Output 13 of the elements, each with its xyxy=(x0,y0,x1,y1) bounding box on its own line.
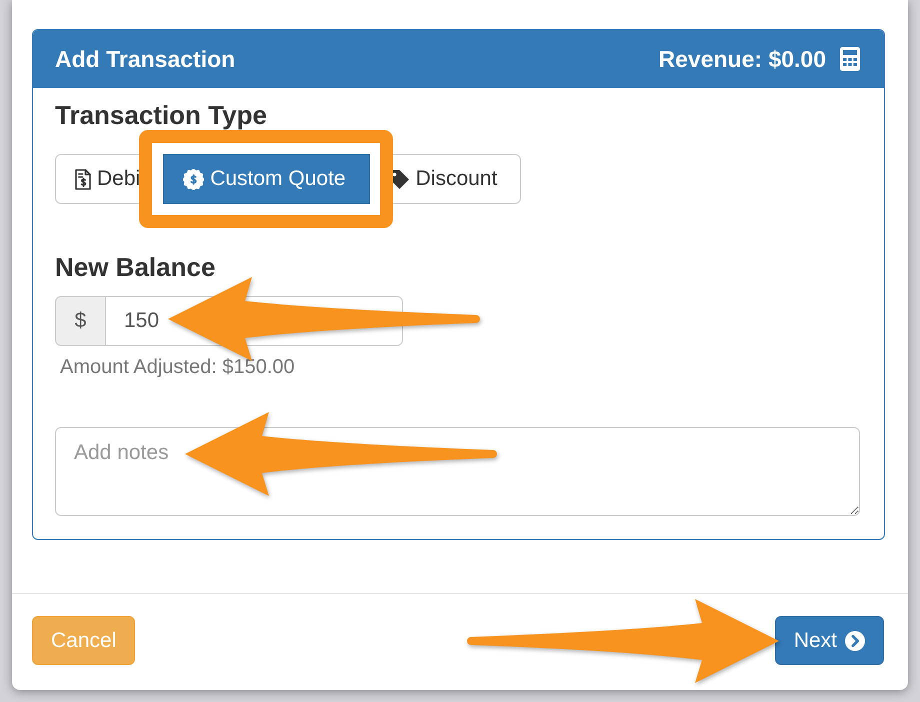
currency-addon: $ xyxy=(55,296,105,346)
section-label: Transaction Type xyxy=(55,101,267,129)
notes-field[interactable]: Add notes xyxy=(55,427,860,516)
dollar-badge-icon xyxy=(183,168,204,190)
next-button[interactable]: Next xyxy=(774,616,884,665)
revenue-total: Revenue: $0.00 xyxy=(658,45,826,73)
document-dollar-icon xyxy=(75,168,91,190)
section-label: New Balance xyxy=(55,252,216,282)
panel-title: Add Transaction xyxy=(55,45,236,73)
adjusted-amount-note: Amount Adjusted: $150.00 xyxy=(59,355,295,379)
transaction-type-button[interactable]: Custom Quote xyxy=(163,154,370,204)
chevron-circle-icon xyxy=(845,630,865,650)
calculator-icon xyxy=(840,47,860,71)
